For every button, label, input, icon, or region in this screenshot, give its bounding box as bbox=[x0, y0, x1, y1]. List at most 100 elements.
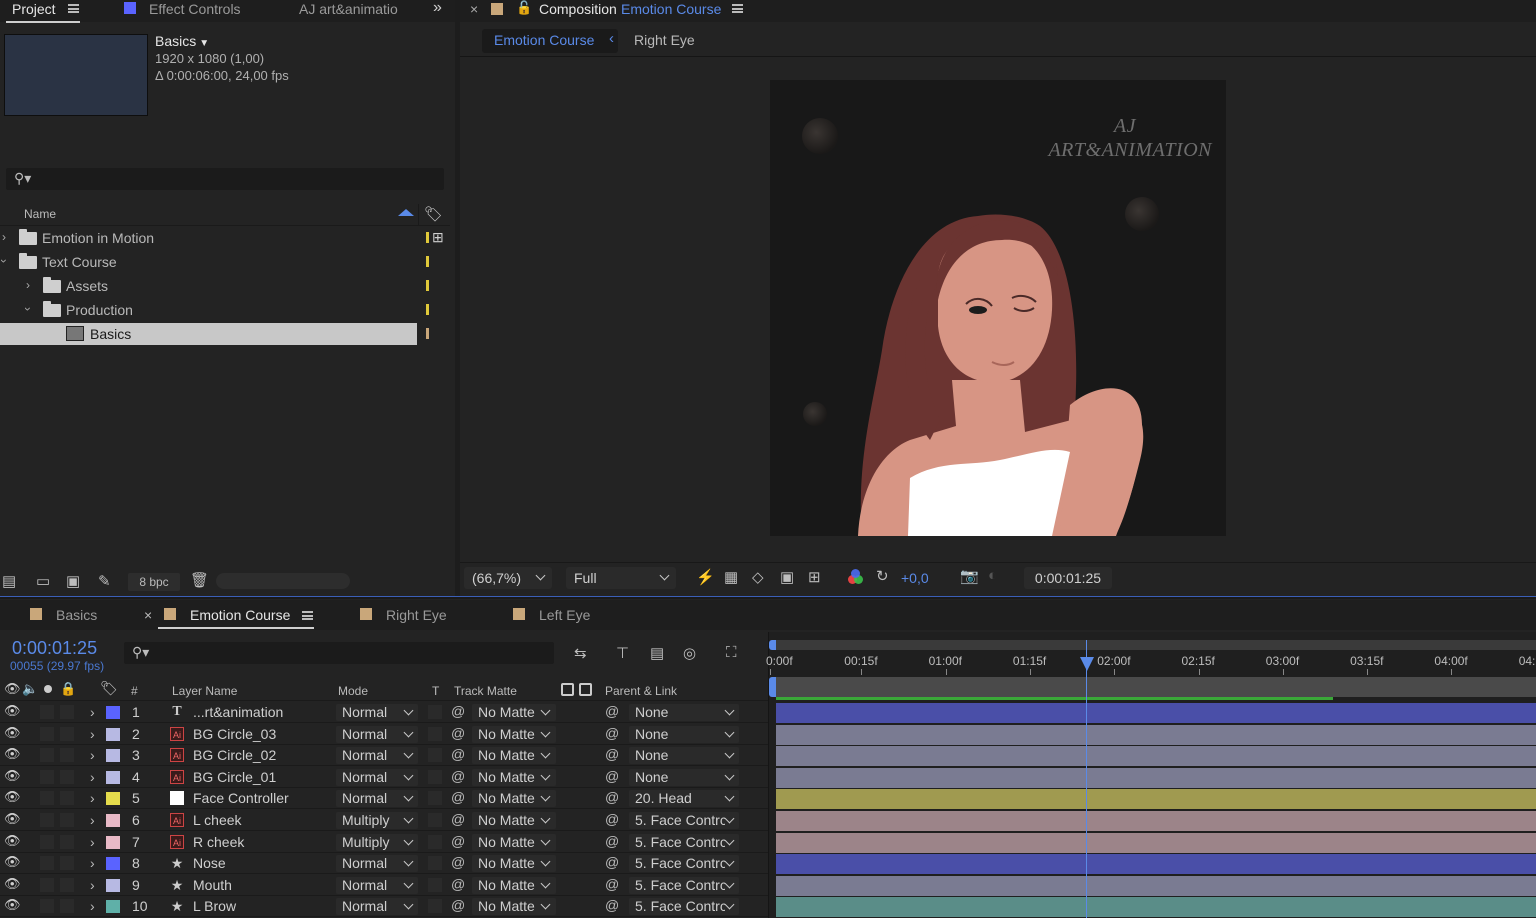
lock-toggle[interactable] bbox=[60, 705, 74, 719]
composition-mini-flowchart-icon[interactable]: ⇆ bbox=[574, 644, 587, 662]
layer-row[interactable]: 👁 › 5 Face Controller Normal @ No Matte … bbox=[0, 788, 768, 810]
layer-row[interactable]: 👁 › 4 Ai BG Circle_01 Normal @ No Matte … bbox=[0, 767, 768, 788]
solo-toggle[interactable] bbox=[40, 791, 54, 806]
matte-link-icon[interactable]: @ bbox=[451, 725, 465, 741]
frame-blending-icon[interactable]: ▤ bbox=[650, 644, 664, 662]
bpc-button[interactable]: 8 bpc bbox=[128, 573, 180, 591]
solo-toggle[interactable] bbox=[40, 813, 54, 827]
expand-layer-icon[interactable]: › bbox=[90, 834, 95, 850]
label-color-chip[interactable] bbox=[106, 857, 120, 871]
layer-row[interactable]: 👁 › 7 Ai R cheek Multiply @ No Matte @ 5… bbox=[0, 832, 768, 853]
layer-duration-bar[interactable] bbox=[776, 789, 1536, 810]
layer-duration-bar[interactable] bbox=[776, 746, 1536, 767]
sort-ascending-icon[interactable] bbox=[398, 209, 414, 216]
tab-aj-art[interactable]: AJ art&animatio bbox=[299, 1, 404, 17]
layer-duration-bar[interactable] bbox=[776, 854, 1536, 875]
lock-toggle[interactable] bbox=[60, 856, 74, 871]
tab-project[interactable]: Project bbox=[12, 1, 56, 17]
timeline-search-input[interactable] bbox=[124, 642, 554, 664]
pick-whip-icon[interactable]: @ bbox=[605, 876, 619, 892]
matte-link-icon[interactable]: @ bbox=[451, 854, 465, 870]
eye-icon[interactable]: 👁 bbox=[4, 876, 21, 892]
layer-name[interactable]: L Brow bbox=[193, 898, 236, 914]
eye-icon[interactable]: 👁 bbox=[4, 725, 21, 741]
show-snapshot-icon[interactable]: ◐ bbox=[988, 567, 997, 584]
expand-assets-icon[interactable]: › bbox=[26, 278, 30, 292]
eye-icon[interactable]: 👁 bbox=[4, 854, 21, 870]
channel-icon[interactable] bbox=[848, 569, 864, 585]
comp-menu-icon[interactable] bbox=[732, 4, 743, 13]
lock-toggle[interactable] bbox=[60, 877, 74, 892]
label-color-chip[interactable] bbox=[106, 792, 120, 806]
layer-duration-bar[interactable] bbox=[776, 832, 1536, 853]
tree-item-assets[interactable]: Assets bbox=[66, 278, 108, 294]
pick-whip-icon[interactable]: @ bbox=[605, 811, 619, 827]
reset-exposure-icon[interactable]: ↻ bbox=[876, 567, 889, 585]
mask-path-icon[interactable]: ◇ bbox=[752, 568, 764, 586]
interpret-footage-icon[interactable]: ▤ bbox=[2, 572, 16, 590]
solo-toggle[interactable] bbox=[40, 705, 54, 719]
close-tab-icon[interactable]: × bbox=[144, 607, 152, 623]
expand-layer-icon[interactable]: › bbox=[90, 704, 95, 720]
expand-layer-icon[interactable]: › bbox=[90, 726, 95, 742]
matte-link-icon[interactable]: @ bbox=[451, 789, 465, 805]
matte-link-icon[interactable]: @ bbox=[451, 833, 465, 849]
label-color-chip[interactable] bbox=[106, 900, 120, 914]
draft-3d-icon[interactable]: ⊤ bbox=[616, 644, 629, 662]
trash-icon[interactable]: 🗑 bbox=[190, 571, 209, 589]
expand-layer-icon[interactable]: › bbox=[90, 877, 95, 893]
layer-duration-bar[interactable] bbox=[776, 767, 1536, 788]
matte-link-icon[interactable]: @ bbox=[451, 768, 465, 784]
label-color-chip[interactable] bbox=[106, 814, 120, 827]
transparency-grid-icon[interactable]: ▦ bbox=[724, 568, 738, 586]
layer-row[interactable]: 👁 › 9 ★ Mouth Normal @ No Matte @ 5. Fac… bbox=[0, 875, 768, 896]
timeline-menu-icon[interactable] bbox=[302, 611, 313, 620]
work-area-start-handle[interactable] bbox=[769, 640, 776, 650]
lock-toggle[interactable] bbox=[60, 834, 74, 849]
lock-toggle[interactable] bbox=[60, 813, 74, 827]
region-of-interest-icon[interactable]: ▣ bbox=[780, 568, 794, 586]
layer-name[interactable]: BG Circle_01 bbox=[193, 769, 276, 785]
layer-duration-bar[interactable] bbox=[776, 703, 1536, 723]
lock-icon[interactable]: 🔓 bbox=[516, 0, 532, 16]
label-color-chip[interactable] bbox=[106, 727, 120, 741]
preserve-transparency-toggle[interactable] bbox=[428, 813, 442, 827]
pick-whip-icon[interactable]: @ bbox=[605, 833, 619, 849]
matte-link-icon[interactable]: @ bbox=[451, 746, 465, 762]
layer-duration-bar[interactable] bbox=[776, 897, 1536, 918]
layer-row[interactable]: 👁 › 3 Ai BG Circle_02 Normal @ No Matte … bbox=[0, 745, 768, 767]
label-color-chip[interactable] bbox=[106, 835, 120, 849]
lock-toggle[interactable] bbox=[60, 748, 74, 763]
label-color-chip[interactable] bbox=[106, 770, 120, 784]
layer-range-bar[interactable] bbox=[776, 677, 1536, 697]
layer-name[interactable]: ...rt&animation bbox=[193, 704, 283, 720]
lock-toggle[interactable] bbox=[60, 726, 74, 741]
expand-layer-icon[interactable]: › bbox=[90, 898, 95, 914]
item-name-dropdown-icon[interactable]: ▼ bbox=[199, 38, 209, 49]
tree-item-emotion-in-motion[interactable]: Emotion in Motion bbox=[42, 230, 154, 246]
flowchart-icon[interactable]: ⊞ bbox=[432, 229, 444, 246]
eye-icon[interactable]: 👁 bbox=[4, 768, 21, 784]
label-color-chip[interactable] bbox=[106, 749, 120, 763]
pick-whip-icon[interactable]: @ bbox=[605, 746, 619, 762]
pick-whip-icon[interactable]: @ bbox=[605, 897, 619, 913]
snapshot-icon[interactable]: 📷 bbox=[960, 567, 979, 585]
playhead-handle[interactable] bbox=[1080, 657, 1094, 671]
solo-toggle[interactable] bbox=[40, 856, 54, 871]
project-search-input[interactable] bbox=[6, 168, 444, 190]
tree-item-production[interactable]: Production bbox=[66, 302, 133, 318]
eye-icon[interactable]: 👁 bbox=[4, 811, 21, 827]
preserve-transparency-toggle[interactable] bbox=[428, 705, 442, 719]
breadcrumb-emotion-course[interactable]: Emotion Course bbox=[494, 32, 594, 48]
preserve-transparency-toggle[interactable] bbox=[428, 748, 442, 763]
solo-toggle[interactable] bbox=[40, 834, 54, 849]
expand-layer-icon[interactable]: › bbox=[90, 769, 95, 785]
preserve-transparency-toggle[interactable] bbox=[428, 877, 442, 892]
breadcrumb-right-eye[interactable]: Right Eye bbox=[634, 32, 695, 48]
matte-link-icon[interactable]: @ bbox=[451, 876, 465, 892]
layer-row[interactable]: 👁 › 1 T ...rt&animation Normal @ No Matt… bbox=[0, 702, 768, 723]
lock-toggle[interactable] bbox=[60, 791, 74, 806]
composition-viewer[interactable]: AJ ART&ANIMATION bbox=[770, 80, 1226, 536]
pick-whip-icon[interactable]: @ bbox=[605, 703, 619, 719]
layer-name[interactable]: L cheek bbox=[193, 812, 242, 828]
